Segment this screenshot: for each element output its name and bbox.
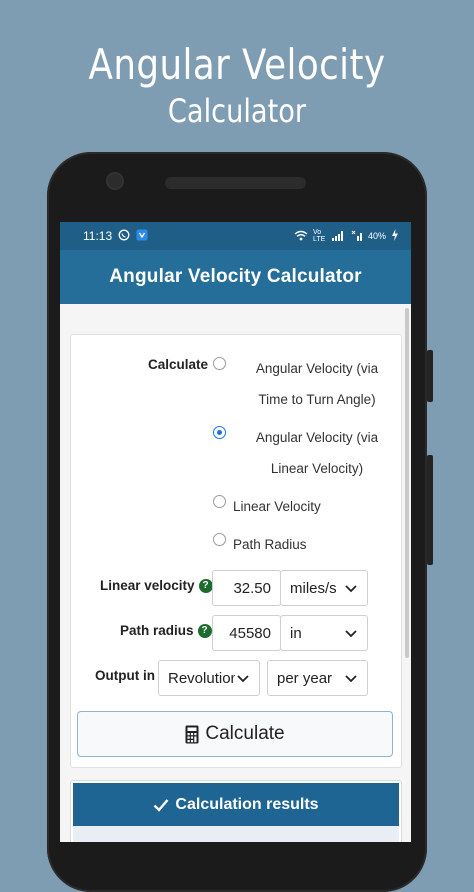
results-header: Calculation results [73, 783, 399, 826]
linear-velocity-unit-select[interactable]: miles/s [280, 570, 368, 606]
speaker-grille [165, 177, 306, 189]
chevron-down-icon [345, 585, 357, 593]
chevron-down-icon [237, 675, 249, 683]
signal-x-icon [351, 230, 363, 243]
status-time: 11:13 [83, 229, 113, 243]
path-radius-label: Path radius? [120, 623, 212, 639]
camera-icon [108, 174, 122, 188]
option-angular-velocity-linear[interactable]: Angular Velocity (via Linear Velocity) [247, 422, 387, 484]
status-bar: 11:13 Vo LTE 40% [60, 222, 411, 250]
results-panel: Calculation results [70, 780, 402, 842]
output-label: Output in [95, 668, 155, 683]
calculator-icon [185, 725, 199, 743]
linear-velocity-input[interactable]: 32.50 [212, 570, 281, 606]
whatsapp-icon [118, 229, 130, 244]
network-type: Vo LTE [312, 229, 326, 243]
app-bar: Angular Velocity Calculator [60, 250, 411, 304]
results-header-label: Calculation results [175, 795, 319, 813]
volume-button [427, 350, 433, 402]
calculate-button[interactable]: Calculate [77, 711, 393, 757]
calculate-label: Calculate [148, 357, 209, 372]
option-path-radius[interactable]: Path Radius [233, 529, 307, 560]
app-title: Angular Velocity Calculator [109, 266, 362, 287]
help-icon[interactable]: ? [198, 579, 213, 594]
radio-linear-velocity[interactable] [213, 495, 226, 508]
signal-icon [331, 230, 346, 243]
battery-icon [391, 229, 399, 243]
phone-screen: 11:13 Vo LTE 40% Angular Velocity Calcul… [60, 222, 411, 842]
path-radius-input[interactable]: 45580 [212, 615, 281, 651]
wifi-icon [294, 230, 308, 243]
calculate-button-label: Calculate [205, 723, 285, 744]
path-radius-unit-select[interactable]: in [280, 615, 368, 651]
help-icon[interactable]: ? [197, 624, 212, 639]
check-icon [154, 798, 169, 812]
app-notification-icon [136, 229, 148, 244]
option-linear-velocity[interactable]: Linear Velocity [233, 491, 321, 522]
linear-velocity-label: Linear velocity? [100, 578, 213, 594]
battery-percent: 40% [367, 231, 386, 241]
radio-path-radius[interactable] [213, 533, 226, 546]
promo-title-line2: Calculator [167, 92, 307, 130]
radio-angular-velocity-time[interactable] [213, 357, 226, 370]
calculator-form: Calculate Angular Velocity (via Time to … [70, 334, 402, 768]
promo-title-line1: Angular Velocity [88, 40, 386, 89]
radio-angular-velocity-linear[interactable] [213, 426, 226, 439]
chevron-down-icon [345, 675, 357, 683]
chevron-down-icon [345, 630, 357, 638]
power-button [427, 455, 433, 565]
content-area[interactable]: Calculate Angular Velocity (via Time to … [60, 304, 411, 842]
results-body [73, 826, 399, 842]
output-unit-select[interactable]: Revolution [158, 660, 260, 696]
option-angular-velocity-time[interactable]: Angular Velocity (via Time to Turn Angle… [247, 353, 387, 415]
scrollbar[interactable] [405, 308, 409, 658]
output-period-select[interactable]: per year [267, 660, 368, 696]
